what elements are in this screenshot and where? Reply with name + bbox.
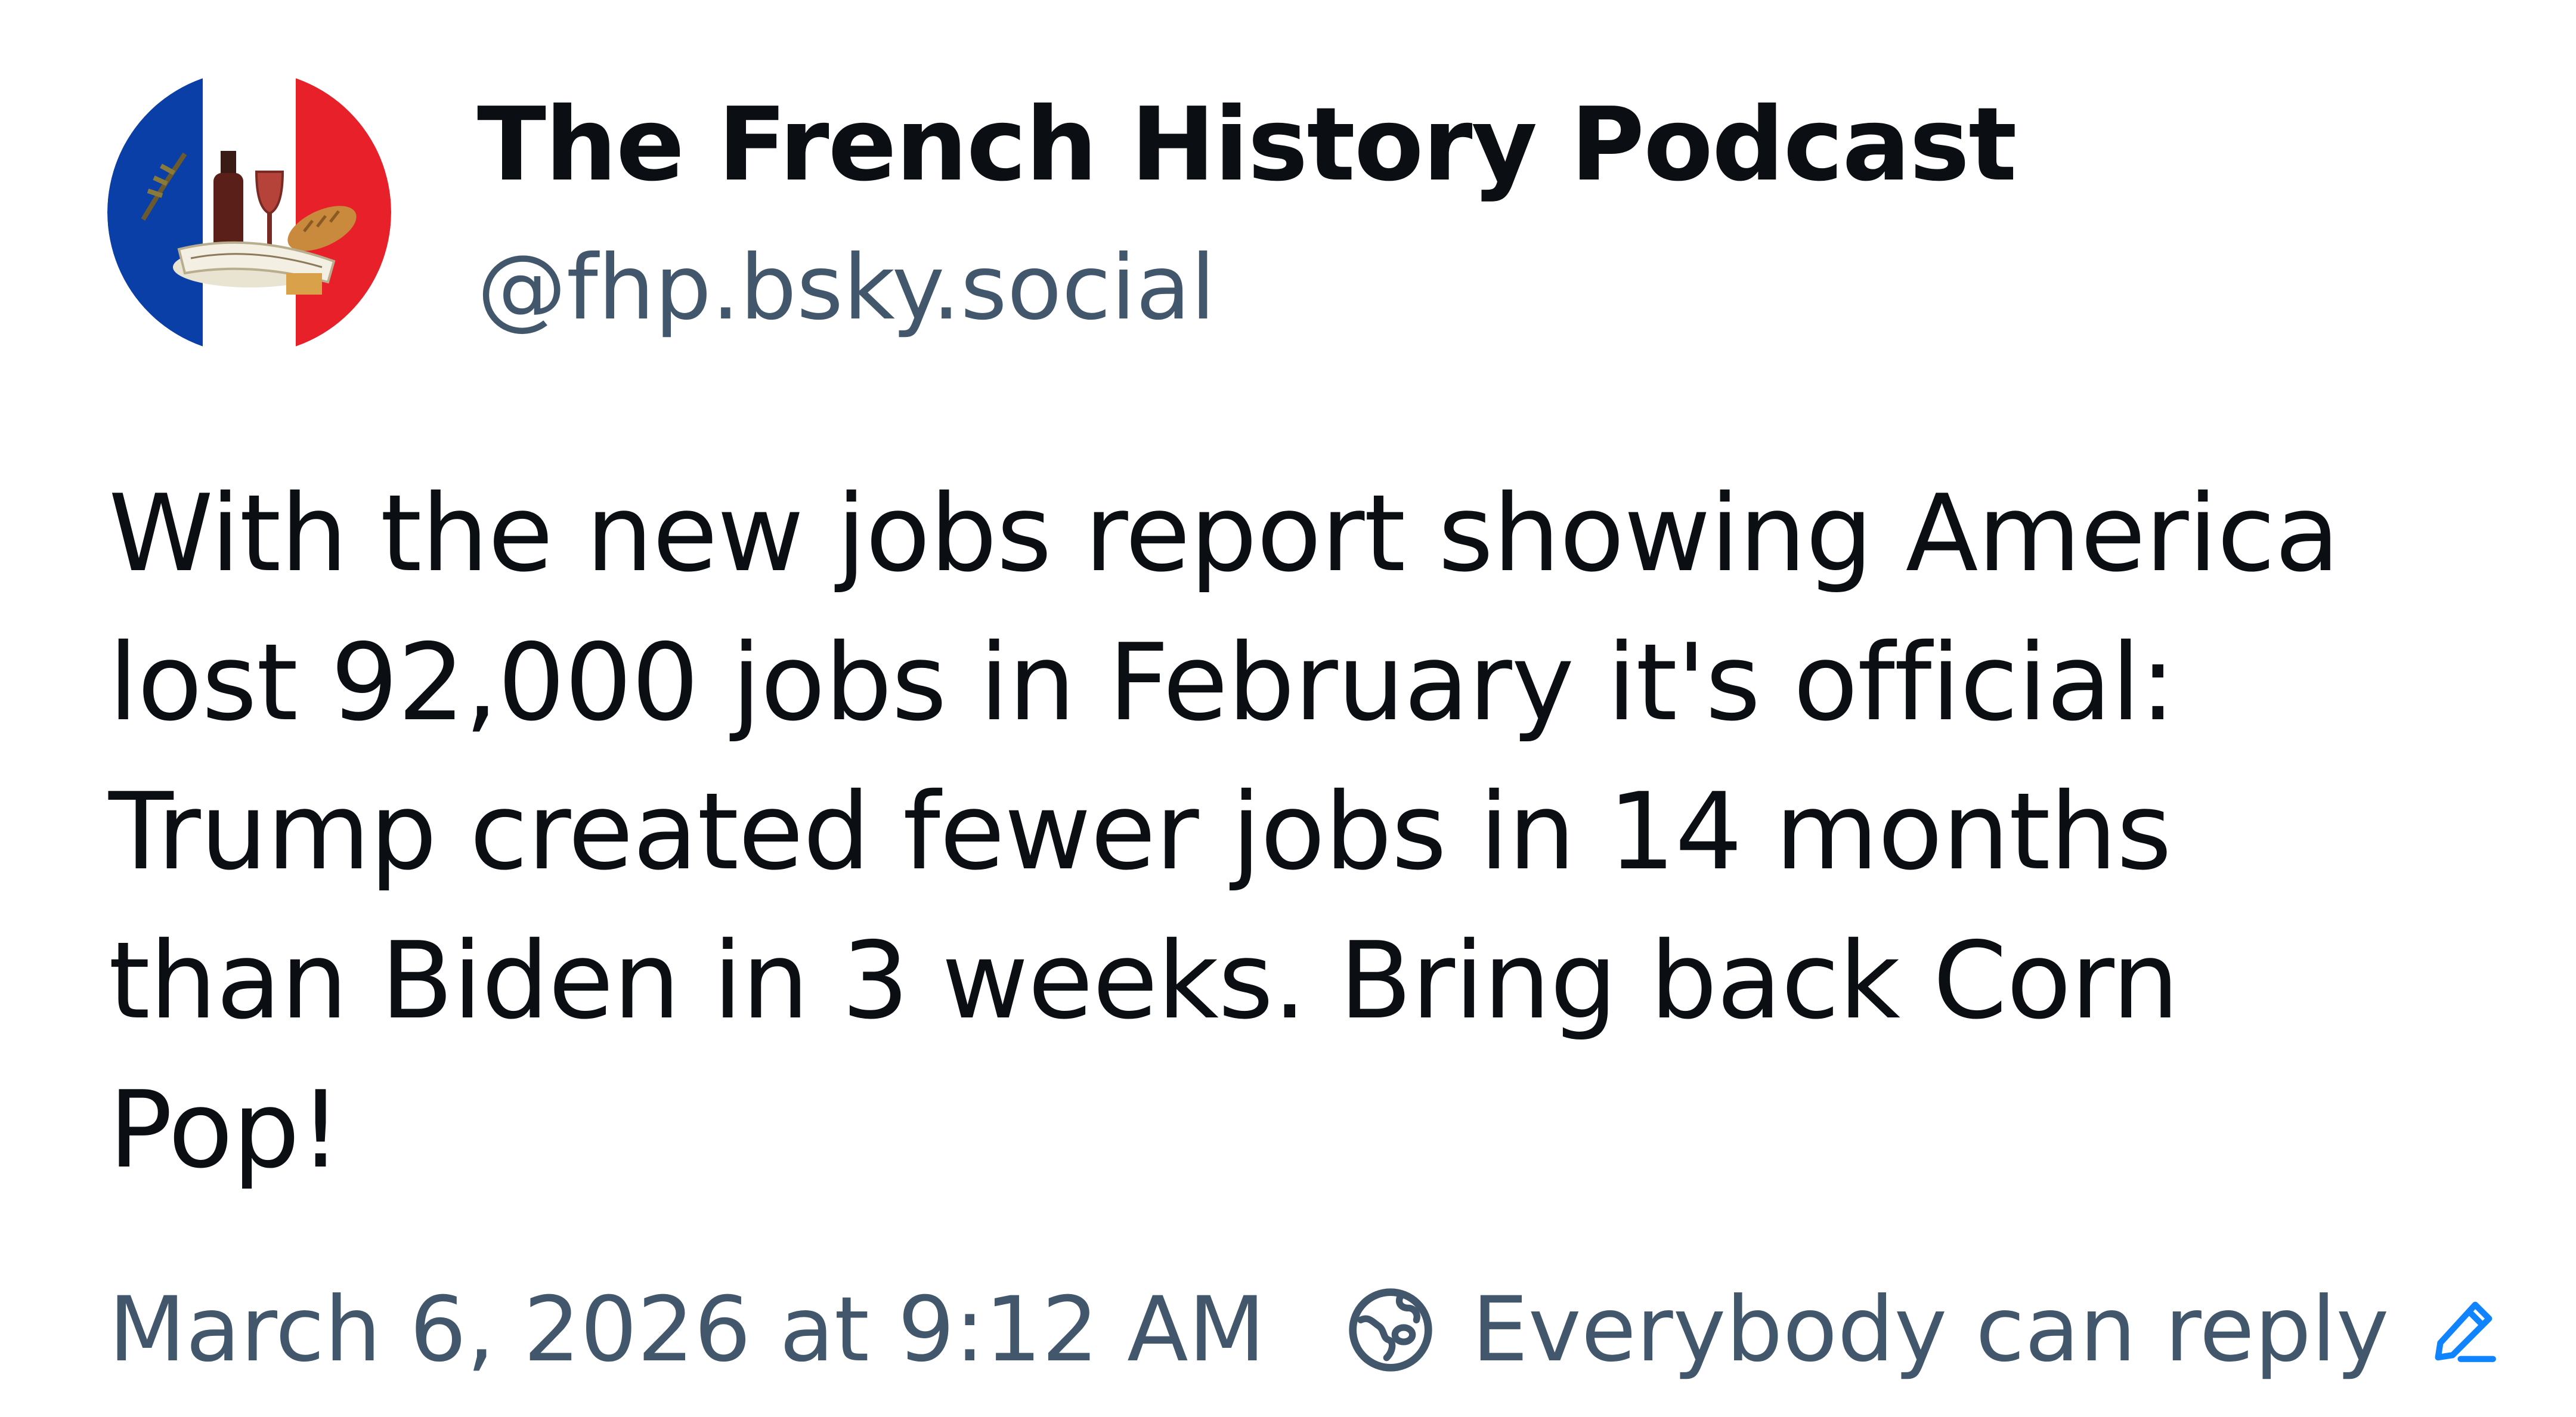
author-handle[interactable]: @fhp.bsky.social	[477, 237, 1215, 339]
post-text-line: lost 92,000 jobs in February it's offici…	[109, 621, 2176, 744]
french-history-podcast-logo-icon	[107, 70, 391, 354]
post-text-line: Pop!	[109, 1068, 342, 1192]
post-text-line: Trump created fewer jobs in 14 months	[109, 770, 2172, 893]
avatar[interactable]	[107, 70, 391, 354]
post-timestamp[interactable]: March 6, 2026 at 9:12 AM	[109, 1276, 1265, 1384]
post-text: With the new jobs report showing America…	[109, 459, 2494, 1205]
post-text-line: With the new jobs report showing America	[109, 472, 2340, 595]
post-text-line: than Biden in 3 weeks. Bring back Corn	[109, 919, 2179, 1042]
post-card: The French History Podcast @fhp.bsky.soc…	[0, 0, 2576, 1417]
post-meta: March 6, 2026 at 9:12 AM Everybody can r…	[109, 1276, 2503, 1384]
pencil-icon[interactable]	[2425, 1291, 2503, 1369]
reply-setting-label: Everybody can reply	[1472, 1278, 2389, 1382]
globe-icon	[1343, 1282, 1438, 1378]
author-display-name[interactable]: The French History Podcast	[477, 88, 2017, 202]
reply-setting-button[interactable]: Everybody can reply	[1343, 1276, 2502, 1384]
